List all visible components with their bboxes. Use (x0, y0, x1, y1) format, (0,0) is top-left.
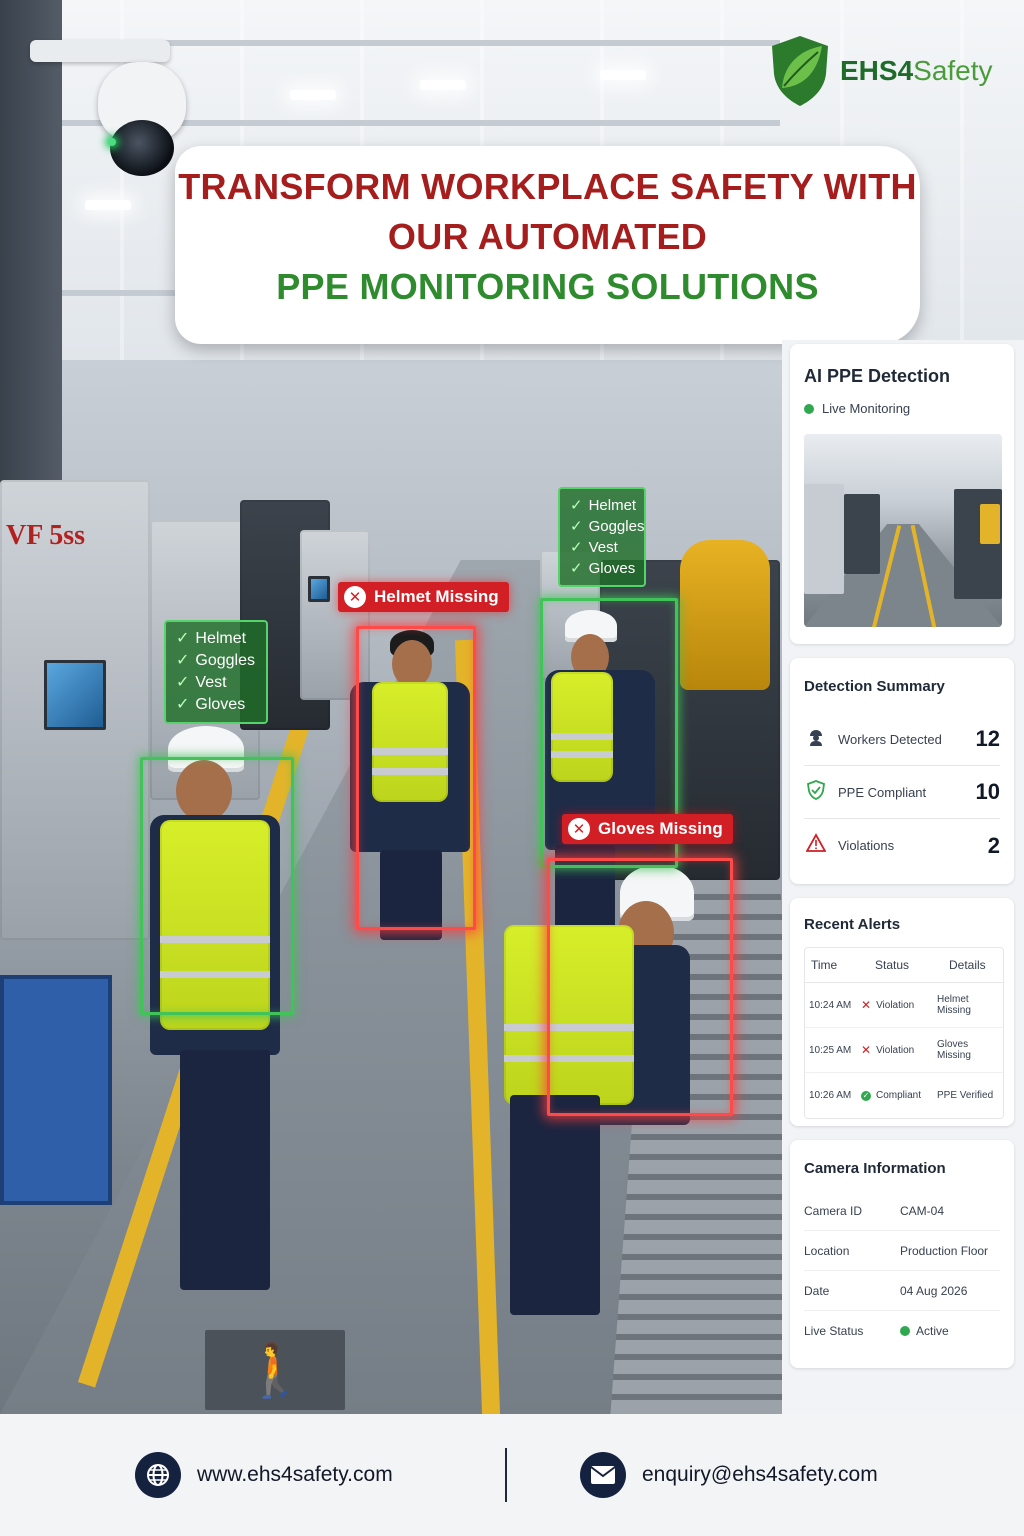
check-icon: ✓ (570, 539, 583, 556)
leaf-shield-icon (772, 36, 828, 106)
email-link[interactable]: enquiry@ehs4safety.com (580, 1452, 878, 1498)
ceiling-light (600, 70, 646, 80)
summary-stats: Workers Detected 12 PPE Compliant 10 Vio… (804, 713, 1000, 872)
stat-compliant: PPE Compliant 10 (804, 766, 1000, 819)
worker-legs (180, 1050, 270, 1290)
check-circle-icon: ✓ (861, 1090, 871, 1101)
footer-divider (505, 1448, 507, 1502)
thumb-machine (844, 494, 880, 574)
headline-line-3: PPE MONITORING SOLUTIONS (276, 266, 819, 307)
camera-mount (30, 40, 170, 62)
thumb-robot (980, 504, 1000, 544)
helmet-missing-tag: ✕ Helmet Missing (338, 582, 509, 612)
camera-info-row: Date 04 Aug 2026 (804, 1271, 1000, 1311)
globe-icon (135, 1452, 181, 1498)
headline-line-1: TRANSFORM WORKPLACE SAFETY WITH (178, 166, 917, 207)
check-icon: ✓ (176, 674, 190, 691)
contact-footer: www.ehs4safety.com enquiry@ehs4safety.co… (0, 1414, 1024, 1536)
machine-brand-label: VF 5ss (6, 520, 86, 551)
camera-information-card: Camera Information Camera ID CAM-04 Loca… (790, 1140, 1014, 1368)
thumb-machine (804, 484, 844, 594)
live-dot-icon (804, 403, 814, 414)
ppe-checklist: ✓ Helmet ✓ Goggles ✓ Vest ✓ Gloves (164, 620, 268, 724)
website-link[interactable]: www.ehs4safety.com (135, 1452, 393, 1498)
card-title: Recent Alerts (804, 916, 901, 933)
dashboard-panel: AI PPE Detection Live Monitoring Detecti… (782, 340, 1024, 1414)
detection-box-violation (356, 626, 476, 930)
camera-info-row: Live Status Active (804, 1324, 949, 1338)
live-status: Live Monitoring (804, 401, 1000, 416)
camera-info-row: Camera ID CAM-04 (804, 1191, 1000, 1231)
check-icon: ✓ (176, 652, 190, 669)
ppe-item: ✓ Helmet (176, 628, 256, 650)
ceiling-light (85, 200, 131, 210)
check-icon: ✓ (570, 560, 583, 577)
detection-box-violation (547, 858, 733, 1116)
worker-icon (804, 728, 828, 751)
card-title: AI PPE Detection (804, 366, 951, 386)
camera-info-list: Camera ID CAM-04 Location Production Flo… (804, 1191, 1000, 1351)
worker-legs (510, 1095, 600, 1315)
mail-icon (580, 1452, 626, 1498)
ppe-checklist: ✓ Helmet ✓ Goggles ✓ Vest ✓ Gloves (558, 487, 646, 587)
check-icon: ✓ (176, 630, 190, 647)
ppe-item: ✓ Goggles (570, 518, 645, 535)
camera-info-row: Location Production Floor (804, 1231, 1000, 1271)
card-title: Camera Information (804, 1160, 946, 1177)
active-dot-icon (900, 1326, 910, 1336)
detection-summary-card: Detection Summary Workers Detected 12 PP… (790, 658, 1014, 884)
check-icon: ✓ (570, 497, 583, 514)
check-icon: ✓ (570, 518, 583, 535)
brand-logo: EHS4Safety (768, 34, 993, 108)
ppe-item: ✓ Gloves (176, 694, 256, 716)
card-title: Detection Summary (804, 678, 945, 695)
x-circle-icon: ✕ (568, 818, 590, 840)
stat-violations: Violations 2 (804, 819, 1000, 872)
ceiling-light (420, 80, 466, 90)
detection-box-compliant (140, 757, 294, 1015)
table-row[interactable]: 10:26 AM ✓ Compliant PPE Verified (805, 1073, 1003, 1118)
ppe-item: ✓ Vest (570, 539, 618, 556)
ppe-item: ✓ Helmet (570, 497, 637, 514)
headline-line-2: OUR AUTOMATED (387, 216, 708, 257)
camera-lens (110, 120, 174, 176)
x-circle-icon: ✕ (344, 586, 366, 608)
alerts-table: Time Status Details 10:24 AM ✕ Violation … (804, 947, 1004, 1119)
machine-screen (308, 576, 330, 602)
camera-status-led (108, 138, 116, 146)
alerts-table-header: Time Status Details (805, 948, 1003, 983)
brand-name: EHS4Safety (840, 55, 993, 86)
ceiling-light (290, 90, 336, 100)
gloves-missing-tag: ✕ Gloves Missing (562, 814, 733, 844)
ai-detection-card: AI PPE Detection Live Monitoring (790, 344, 1014, 644)
shield-check-icon (804, 779, 828, 805)
robotic-arm (680, 540, 770, 690)
camera-feed-thumbnail[interactable] (804, 434, 1002, 627)
table-row[interactable]: 10:25 AM ✕ Violation Gloves Missing (805, 1028, 1003, 1073)
ppe-item: ✓ Vest (176, 672, 256, 694)
table-row[interactable]: 10:24 AM ✕ Violation Helmet Missing (805, 983, 1003, 1028)
ppe-item: ✓ Goggles (176, 650, 256, 672)
stat-workers: Workers Detected 12 (804, 713, 1000, 766)
check-icon: ✓ (176, 696, 190, 713)
tool-cart (0, 975, 112, 1205)
cnc-machine: VF 5ss (0, 480, 150, 940)
warning-icon (804, 833, 828, 858)
x-icon: ✕ (861, 1043, 872, 1057)
headline-banner: TRANSFORM WORKPLACE SAFETY WITH OUR AUTO… (175, 146, 920, 344)
x-icon: ✕ (861, 998, 872, 1012)
recent-alerts-card: Recent Alerts Time Status Details 10:24 … (790, 898, 1014, 1126)
machine-screen (44, 660, 106, 730)
ppe-item: ✓ Gloves (570, 560, 636, 577)
pedestrian-floor-sign: 🚶 (205, 1330, 345, 1410)
